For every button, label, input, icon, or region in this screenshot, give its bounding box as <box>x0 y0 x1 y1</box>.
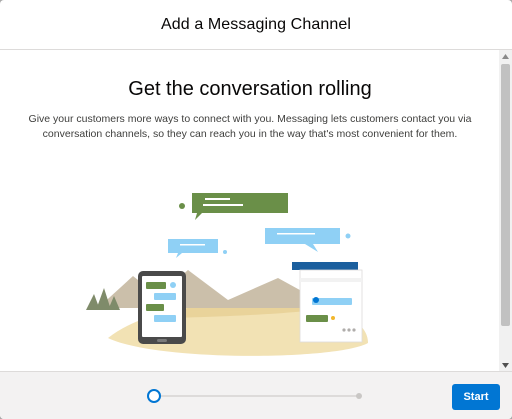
scrollbar-thumb[interactable] <box>501 64 510 326</box>
modal-header: Add a Messaging Channel <box>0 0 512 50</box>
mountains-icon <box>86 270 333 310</box>
scroll-down-button[interactable] <box>499 359 512 371</box>
chevron-up-icon <box>502 53 509 59</box>
conversation-illustration <box>86 193 368 356</box>
phone-icon <box>138 271 186 344</box>
browser-window-icon <box>292 262 363 343</box>
messaging-channel-modal: Add a Messaging Channel Get the conversa… <box>0 0 512 419</box>
modal-footer: Start <box>0 371 512 419</box>
chevron-down-icon <box>502 362 509 368</box>
headline: Get the conversation rolling <box>128 78 372 100</box>
start-button[interactable]: Start <box>452 384 500 410</box>
chat-bubbles-icon <box>168 193 351 258</box>
progress-step-current[interactable] <box>147 389 161 403</box>
vertical-scrollbar[interactable] <box>499 50 512 371</box>
description: Give your customers more ways to connect… <box>28 113 472 140</box>
modal-title: Add a Messaging Channel <box>161 15 351 33</box>
progress-step-next[interactable] <box>356 393 362 399</box>
modal-body: Get the conversation rolling Give your c… <box>0 50 512 371</box>
progress-track <box>154 395 360 397</box>
scroll-up-button[interactable] <box>499 50 512 62</box>
